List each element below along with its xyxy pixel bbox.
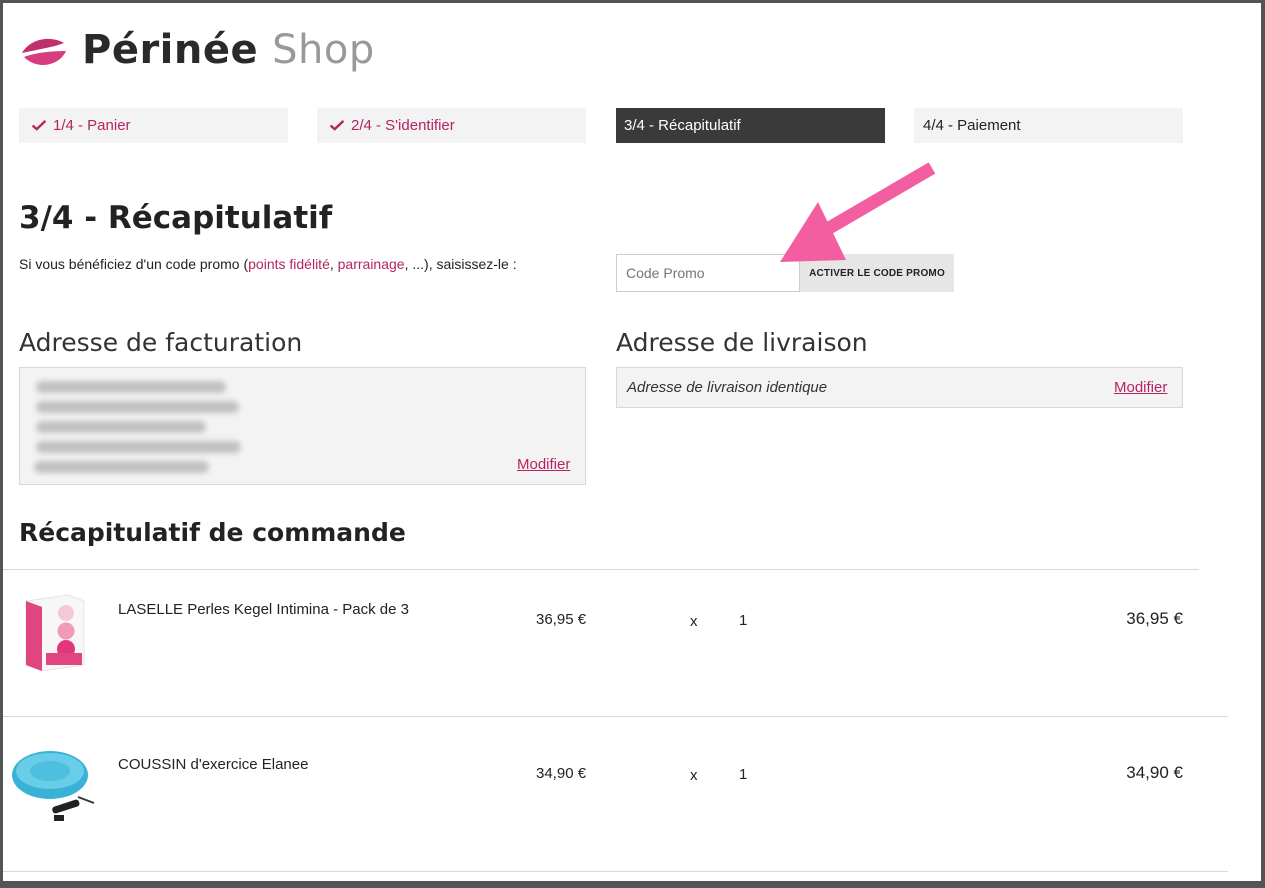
blurred-address-line xyxy=(36,381,226,393)
times-sign: x xyxy=(690,767,698,784)
divider xyxy=(3,716,1228,717)
petal-logo-icon xyxy=(22,38,66,65)
blurred-address-line xyxy=(34,461,209,473)
product-name[interactable]: LASELLE Perles Kegel Intimina - Pack de … xyxy=(118,601,409,618)
product-name[interactable]: COUSSIN d'exercice Elanee xyxy=(118,756,308,773)
quantity: 1 xyxy=(739,612,748,629)
promo-text-before: Si vous bénéficiez d'un code promo ( xyxy=(19,256,249,272)
line-total: 34,90 € xyxy=(1126,763,1183,782)
step-label: 3/4 - Récapitulatif xyxy=(624,117,741,134)
delivery-modify-link[interactable]: Modifier xyxy=(1114,379,1167,396)
step-label: 4/4 - Paiement xyxy=(923,117,1021,134)
checkmark-icon xyxy=(31,120,47,131)
delivery-same-text: Adresse de livraison identique xyxy=(627,379,828,396)
quantity: 1 xyxy=(739,766,748,783)
logo-text: Périnée Shop xyxy=(82,27,375,73)
billing-title: Adresse de facturation xyxy=(19,328,303,357)
promo-comma: , xyxy=(329,256,338,272)
delivery-title: Adresse de livraison xyxy=(616,328,868,357)
kegel-product-image[interactable] xyxy=(22,593,86,671)
billing-address-box: Modifier xyxy=(19,367,586,485)
logo-brand: Périnée xyxy=(82,27,259,73)
delivery-address-box: Adresse de livraison identique Modifier xyxy=(616,367,1183,408)
step-recapitulatif: 3/4 - Récapitulatif xyxy=(616,108,885,143)
divider xyxy=(3,569,1199,570)
referral-link[interactable]: parrainage xyxy=(338,256,405,272)
step-label: 2/4 - S'identifier xyxy=(351,117,455,134)
site-logo[interactable]: Périnée Shop xyxy=(20,20,375,80)
logo-shop: Shop xyxy=(272,27,375,73)
times-sign: x xyxy=(690,613,698,630)
step-identifier[interactable]: 2/4 - S'identifier xyxy=(317,108,586,143)
unit-price: 34,90 € xyxy=(536,765,587,782)
step-paiement: 4/4 - Paiement xyxy=(914,108,1183,143)
cushion-product-image[interactable] xyxy=(8,745,100,827)
blurred-address-line xyxy=(36,441,241,453)
unit-price: 36,95 € xyxy=(536,611,587,628)
loyalty-points-link[interactable]: points fidélité xyxy=(248,256,330,272)
page-title: 3/4 - Récapitulatif xyxy=(19,200,333,236)
billing-modify-link[interactable]: Modifier xyxy=(517,456,570,473)
checkmark-icon xyxy=(329,120,345,131)
promo-text-after: , ...), saisissez-le : xyxy=(404,256,517,272)
step-label: 1/4 - Panier xyxy=(53,117,131,134)
blurred-address-line xyxy=(36,401,239,413)
promo-instructions: Si vous bénéficiez d'un code promo (poin… xyxy=(19,256,517,272)
frame-bottom-edge xyxy=(0,881,1265,888)
order-summary-title: Récapitulatif de commande xyxy=(19,518,406,547)
blurred-address-line xyxy=(36,421,206,433)
line-total: 36,95 € xyxy=(1126,609,1183,628)
divider xyxy=(3,871,1228,872)
annotation-arrow-icon xyxy=(780,162,936,262)
step-panier[interactable]: 1/4 - Panier xyxy=(19,108,288,143)
